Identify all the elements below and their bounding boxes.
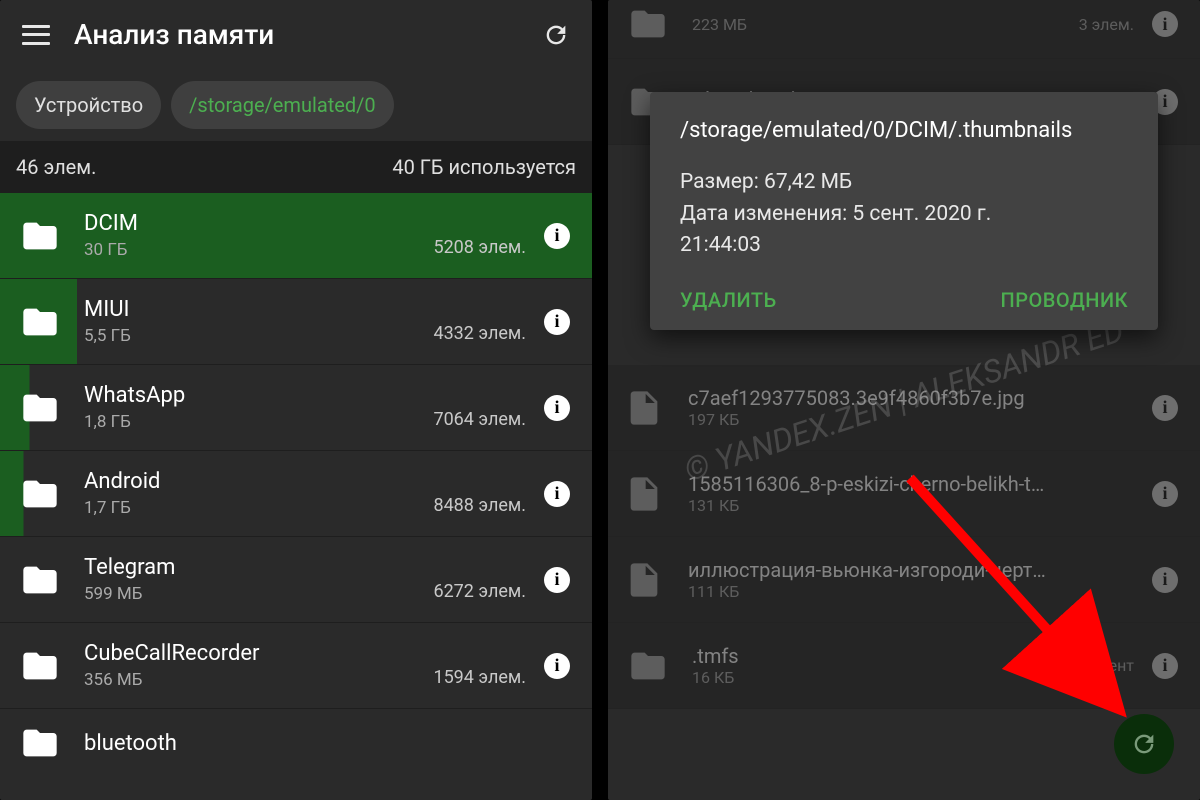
info-icon[interactable]: i: [1152, 567, 1178, 593]
explorer-button[interactable]: ПРОВОДНИК: [1001, 288, 1129, 312]
dialog-path: /storage/emulated/0/DCIM/.thumbnails: [680, 118, 1128, 143]
info-icon[interactable]: i: [544, 567, 570, 593]
folder-icon: [16, 388, 64, 428]
stats-used: 40 ГБ используется: [392, 155, 576, 179]
info-icon[interactable]: i: [544, 223, 570, 249]
list-item[interactable]: 223 МБ 3 элем. i: [608, 0, 1200, 59]
info-icon[interactable]: i: [1152, 395, 1178, 421]
folder-icon: [16, 646, 64, 686]
item-count: 5208 элем.: [433, 237, 526, 258]
list-item[interactable]: 1585116306_8-p-eskizi-cherno-belikh-t…13…: [608, 451, 1200, 537]
item-size: 30 ГБ: [84, 240, 433, 260]
left-panel: Анализ памяти Устройство /storage/emulat…: [0, 0, 592, 800]
menu-icon[interactable]: [22, 25, 50, 45]
dialog-actions: УДАЛИТЬ ПРОВОДНИК: [680, 288, 1128, 312]
chip-path[interactable]: /storage/emulated/0: [171, 81, 394, 129]
chip-device[interactable]: Устройство: [16, 81, 161, 129]
delete-button[interactable]: УДАЛИТЬ: [680, 288, 777, 312]
file-icon: [624, 384, 664, 432]
header: Анализ памяти: [0, 0, 592, 69]
list-item[interactable]: DCIM 30 ГБ 5208 элем. i: [0, 193, 592, 279]
folder-icon: [16, 723, 64, 763]
info-icon[interactable]: i: [544, 653, 570, 679]
list-item[interactable]: иллюстрация-вьюнка-изгороди-черт…111 КБ …: [608, 537, 1200, 623]
item-text: DCIM 30 ГБ: [84, 211, 433, 260]
item-name: DCIM: [84, 211, 433, 236]
info-icon[interactable]: i: [1152, 653, 1178, 679]
folder-icon: [16, 216, 64, 256]
folder-icon: [16, 474, 64, 514]
info-icon[interactable]: i: [544, 481, 570, 507]
folder-icon: [16, 560, 64, 600]
list-item[interactable]: MIUI5,5 ГБ 4332 элем. i: [0, 279, 592, 365]
folder-icon: [624, 646, 672, 686]
stats-count: 46 элем.: [16, 155, 96, 179]
info-icon[interactable]: i: [544, 309, 570, 335]
refresh-icon[interactable]: [542, 21, 570, 49]
dialog-info: Размер: 67,42 МБ Дата изменения: 5 сент.…: [680, 167, 1128, 262]
list-item[interactable]: c7aef1293775083.3e9f4860f3b7e.jpg197 КБ …: [608, 365, 1200, 451]
folder-list: DCIM 30 ГБ 5208 элем. i MIUI5,5 ГБ 4332 …: [0, 193, 592, 763]
info-icon[interactable]: i: [544, 395, 570, 421]
info-icon[interactable]: i: [1152, 481, 1178, 507]
list-item[interactable]: bluetooth: [0, 709, 592, 763]
fab-refresh[interactable]: [1114, 714, 1174, 774]
info-icon[interactable]: i: [1152, 11, 1178, 37]
folder-icon: [624, 4, 672, 44]
list-item[interactable]: Android1,7 ГБ 8488 элем. i: [0, 451, 592, 537]
page-title: Анализ памяти: [74, 18, 518, 51]
list-item[interactable]: .tmfs16 КБ элемент i: [608, 623, 1200, 709]
path-row: Устройство /storage/emulated/0: [0, 69, 592, 141]
file-icon: [624, 556, 664, 604]
refresh-icon: [1130, 730, 1158, 758]
list-item[interactable]: WhatsApp1,8 ГБ 7064 элем. i: [0, 365, 592, 451]
file-icon: [624, 470, 664, 518]
folder-icon: [16, 302, 64, 342]
list-item[interactable]: CubeCallRecorder356 МБ 1594 элем. i: [0, 623, 592, 709]
right-panel: 223 МБ 3 элем. i .thumbnails i c7aef1293…: [608, 0, 1200, 800]
stats-row: 46 элем. 40 ГБ используется: [0, 141, 592, 193]
info-dialog: /storage/emulated/0/DCIM/.thumbnails Раз…: [650, 92, 1158, 330]
list-item[interactable]: Telegram599 МБ 6272 элем. i: [0, 537, 592, 623]
